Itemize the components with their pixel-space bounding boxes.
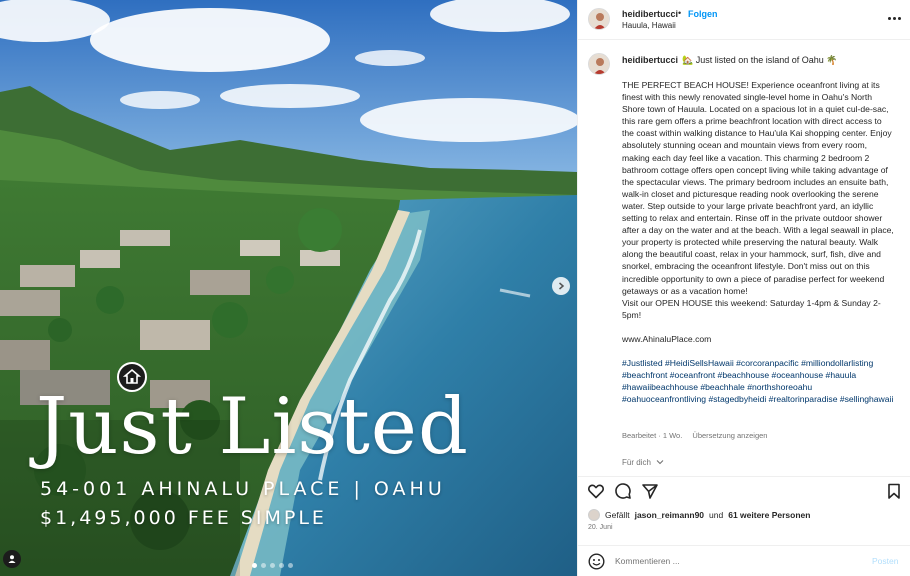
caption-body: THE PERFECT BEACH HOUSE! Experience ocea… — [622, 80, 894, 296]
carousel-dot — [279, 563, 284, 568]
bookmark-icon[interactable] — [885, 482, 903, 500]
edited-time: Bearbeitet · 1 Wo. — [622, 431, 683, 440]
carousel-dot — [261, 563, 266, 568]
for-you-label: Für dich — [622, 458, 651, 467]
caption-url: www.AhinaluPlace.com — [622, 333, 712, 344]
translation-link[interactable]: Übersetzung anzeigen — [692, 431, 767, 440]
listing-address: 54-001 AHINALU PLACE | OAHU — [40, 478, 446, 500]
listing-headline: Just Listed — [36, 382, 469, 472]
post-panel: heidibertucci • Folgen Hauula, Hawaii he… — [577, 0, 910, 576]
caption-avatar[interactable] — [588, 53, 610, 75]
action-bar — [578, 476, 910, 502]
caption-username[interactable]: heidibertucci — [622, 55, 678, 65]
location-link[interactable]: Hauula, Hawaii — [622, 21, 676, 30]
carousel-dot — [288, 563, 293, 568]
post-image[interactable]: Just Listed 54-001 AHINALU PLACE | OAHU … — [0, 0, 577, 576]
separator-dot: • — [678, 8, 682, 18]
carousel-dot — [270, 563, 275, 568]
caption-section: heidibertucci 🏡 Just listed on the island… — [578, 41, 910, 476]
post-date[interactable]: 20. Juni — [588, 524, 613, 531]
comment-input[interactable] — [615, 556, 845, 566]
caption-hashtags[interactable]: #Justlisted #HeidiSellsHawaii #corcoranp… — [622, 357, 894, 405]
caption-open-house: Visit our OPEN HOUSE this weekend: Satur… — [622, 297, 881, 320]
chevron-down-icon — [656, 460, 664, 465]
post-header: heidibertucci • Folgen Hauula, Hawaii — [578, 0, 910, 40]
caption-meta: Bearbeitet · 1 Wo. Übersetzung anzeigen — [622, 431, 775, 440]
for-you-toggle[interactable]: Für dich — [622, 458, 664, 467]
caption-intro-line: heidibertucci 🏡 Just listed on the island… — [622, 55, 838, 66]
caption-text: THE PERFECT BEACH HOUSE! Experience ocea… — [622, 79, 894, 417]
caption-intro: 🏡 Just listed on the island of Oahu 🌴 — [682, 55, 838, 65]
send-icon[interactable] — [641, 482, 659, 500]
chevron-right-icon[interactable] — [552, 277, 570, 295]
emoji-icon[interactable] — [588, 553, 605, 570]
likes-others-link[interactable]: 61 weitere Personen — [728, 510, 810, 520]
more-horizontal-icon[interactable] — [886, 11, 902, 25]
follow-button[interactable]: Folgen — [688, 9, 718, 19]
carousel-indicator — [252, 563, 293, 568]
username-link[interactable]: heidibertucci — [622, 9, 678, 19]
comment-icon[interactable] — [614, 482, 632, 500]
heart-icon[interactable] — [587, 482, 605, 500]
listing-price: $1,495,000 FEE SIMPLE — [40, 507, 327, 529]
likes-prefix: Gefällt — [605, 510, 630, 520]
liker-avatar[interactable] — [588, 509, 600, 521]
likes-summary: Gefällt jason_reimann90 und 61 weitere P… — [588, 509, 810, 521]
user-tag-icon[interactable] — [3, 550, 21, 568]
comment-bar: Posten — [578, 545, 910, 576]
avatar[interactable] — [588, 8, 610, 30]
carousel-dot — [252, 563, 257, 568]
likes-middle: und — [709, 510, 724, 520]
liker-username[interactable]: jason_reimann90 — [635, 510, 704, 520]
post-comment-button[interactable]: Posten — [872, 556, 898, 566]
